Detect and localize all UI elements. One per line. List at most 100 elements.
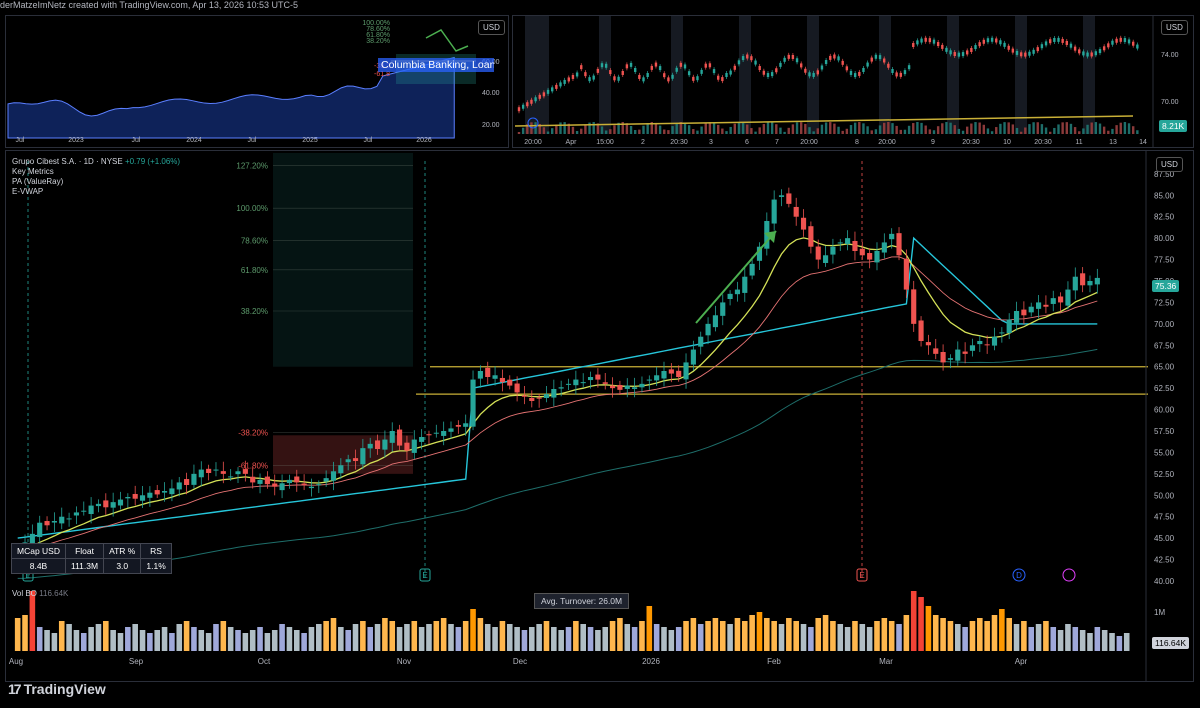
candle-body bbox=[441, 431, 447, 436]
x-axis-label: Mar bbox=[879, 657, 893, 666]
candle-body bbox=[837, 242, 843, 244]
volume-bar bbox=[800, 122, 803, 134]
volume-bar bbox=[1036, 122, 1039, 134]
candle-body bbox=[916, 40, 919, 45]
volume-bar bbox=[977, 618, 983, 651]
volume-bar bbox=[721, 128, 724, 134]
fib-label: -61.80% bbox=[238, 461, 268, 470]
volume-bar bbox=[783, 131, 786, 134]
volume-bar bbox=[1072, 627, 1079, 651]
volume-bar bbox=[470, 609, 476, 651]
candle-body bbox=[1094, 277, 1100, 285]
volume-bar bbox=[551, 627, 557, 651]
currency-badge[interactable]: USD bbox=[1161, 20, 1188, 35]
candle-body bbox=[881, 242, 887, 253]
candle-body bbox=[829, 55, 832, 60]
candle-body bbox=[721, 77, 724, 82]
volume-bar bbox=[962, 627, 968, 651]
intraday-chart[interactable]: 20:00 Apr 15:00 2 20:30 3 6 7 20:00 8 20:00 9 20:30 1… bbox=[512, 15, 1194, 148]
event-marker-label: E bbox=[859, 571, 864, 580]
candle-body bbox=[646, 73, 649, 78]
candle-body bbox=[1003, 42, 1006, 47]
y-axis-label: 70.00 bbox=[1154, 320, 1175, 329]
volume-bar bbox=[286, 627, 293, 651]
volume-bar bbox=[580, 624, 586, 651]
candle-body bbox=[758, 66, 761, 71]
x-axis-label: Sep bbox=[129, 657, 144, 666]
volume-bar bbox=[775, 124, 778, 134]
candle-body bbox=[1013, 311, 1020, 323]
fib-zone-upper bbox=[273, 153, 413, 367]
y-axis-label: 42.50 bbox=[1154, 556, 1175, 565]
indicator-evwap[interactable]: E-VWAP bbox=[12, 187, 180, 197]
volume-bar bbox=[749, 615, 755, 651]
metric-header: ATR % bbox=[103, 543, 142, 559]
y-axis-label: 70.00 bbox=[1161, 99, 1179, 106]
currency-badge[interactable]: USD bbox=[1156, 157, 1183, 172]
volume-bar bbox=[191, 627, 197, 651]
volume-bar bbox=[646, 122, 649, 134]
volume-bar bbox=[853, 122, 857, 134]
candle-body bbox=[1006, 319, 1012, 333]
volume-value: 116.64K bbox=[39, 589, 69, 598]
volume-bar bbox=[986, 128, 990, 134]
volume-bar bbox=[974, 122, 977, 134]
volume-bar bbox=[859, 624, 866, 651]
volume-bar bbox=[793, 621, 799, 651]
volume-bar bbox=[991, 615, 998, 651]
candle-body bbox=[213, 469, 219, 471]
indicator-pa-valueray[interactable]: PA (ValueRay) bbox=[12, 177, 180, 187]
x-axis-label: 6 bbox=[745, 139, 749, 146]
candle-body bbox=[727, 293, 733, 300]
candle-body bbox=[103, 500, 109, 508]
candle-body bbox=[220, 471, 226, 474]
candle-body bbox=[613, 76, 616, 81]
volume-bar bbox=[978, 122, 981, 134]
candle-body bbox=[815, 246, 821, 260]
volume-bar bbox=[820, 124, 824, 134]
volume-bar bbox=[762, 124, 766, 134]
candle-body bbox=[812, 72, 815, 77]
candle-body bbox=[352, 458, 359, 461]
candle-body bbox=[845, 66, 849, 71]
volume-bar bbox=[642, 125, 645, 134]
candle-body bbox=[463, 423, 469, 427]
volume-bar bbox=[932, 130, 936, 134]
candle-body bbox=[1132, 41, 1135, 46]
volume-bar bbox=[833, 123, 836, 134]
weekly-overview-chart[interactable]: 100.00%78.60%61.80%38.20%-38.2-61.8Jul20… bbox=[5, 15, 509, 148]
main-daily-chart[interactable]: 127.20% 100.00% 78.60% 61.80% 38.20% -38.20% -… bbox=[5, 150, 1194, 682]
volume-bar bbox=[279, 624, 285, 651]
avg-turnover-label: Avg. Turnover: 26.0M bbox=[534, 593, 630, 609]
candle-body bbox=[485, 367, 491, 377]
volume-bar bbox=[1069, 123, 1073, 134]
candle-body bbox=[1049, 39, 1052, 44]
volume-bar bbox=[604, 130, 608, 134]
tradingview-logo[interactable]: 17 TradingView bbox=[8, 681, 106, 697]
candle-body bbox=[279, 483, 285, 491]
volume-bar bbox=[888, 621, 895, 651]
x-axis-label: 3 bbox=[709, 139, 713, 146]
volume-bar bbox=[609, 621, 616, 651]
currency-badge[interactable]: USD bbox=[478, 20, 505, 35]
volume-bar bbox=[1111, 128, 1114, 134]
candle-body bbox=[683, 362, 689, 380]
indicator-key-metrics[interactable]: Key Metrics bbox=[12, 167, 180, 177]
candle-body bbox=[1123, 38, 1127, 43]
volume-bar bbox=[499, 621, 506, 651]
chart-legend[interactable]: Grupo Cibest S.A. · 1D · NYSE +0.79 (+1.… bbox=[12, 157, 180, 197]
candle-body bbox=[294, 476, 300, 483]
candle-body bbox=[389, 431, 395, 443]
candle-body bbox=[804, 68, 807, 73]
candle-body bbox=[551, 87, 554, 92]
x-axis-label: 9 bbox=[931, 139, 935, 146]
candle-body bbox=[534, 97, 537, 102]
volume-bar bbox=[634, 129, 637, 134]
volume-legend[interactable]: Vol BO 116.64K bbox=[12, 589, 68, 598]
volume-bar bbox=[571, 126, 575, 134]
volume-bar bbox=[1107, 130, 1110, 134]
volume-bar bbox=[235, 630, 241, 651]
candle-body bbox=[941, 44, 944, 49]
candle-body bbox=[1102, 46, 1106, 51]
candle-body bbox=[250, 476, 256, 483]
